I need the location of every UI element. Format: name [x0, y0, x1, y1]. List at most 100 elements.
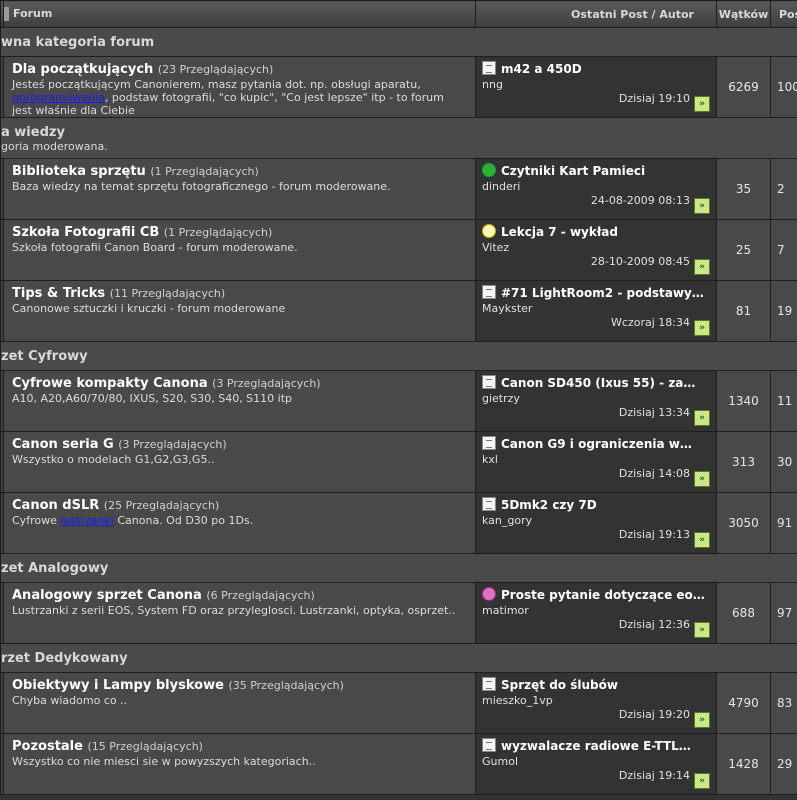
last-post-title-line: Canon SD450 (Ixus 55) - za…	[482, 375, 710, 390]
forum-viewers: (35 Przeglądających)	[228, 679, 344, 692]
category-header: rzet Dedykowany	[0, 643, 797, 673]
forum-row: Analogowy sprzet Canona (6 Przeglądający…	[0, 582, 797, 644]
last-post-title[interactable]: Canon SD450 (Ixus 55) - za…	[501, 376, 695, 390]
forum-desc-text: Baza wiedzy na temat sprzętu fotograficz…	[12, 180, 391, 193]
forum-title[interactable]: Dla początkujących	[12, 62, 153, 77]
forum-desc-text: Canonowe sztuczki i kruczki - forum mode…	[12, 302, 286, 315]
forum-row: Canon seria G (3 Przeglądających) Wszystk…	[0, 431, 797, 493]
last-post-title[interactable]: Canon G9 i ograniczenia w…	[501, 437, 692, 451]
last-post-date-line: 28-10-2009 08:45 »	[591, 255, 710, 275]
green-arrow-icon	[482, 163, 496, 177]
post-count: 91	[770, 492, 797, 554]
document-icon	[482, 285, 496, 299]
last-post-title[interactable]: #71 LightRoom2 - podstawy…	[501, 286, 704, 300]
forum-desc-text: Canona. Od D30 po 1Ds.	[113, 514, 254, 527]
category-cell: zet Analogowy	[0, 553, 797, 583]
last-post: m42 a 450D nng Dzisiaj 19:10 »	[475, 56, 717, 118]
forum-title[interactable]: Canon dSLR	[12, 498, 99, 513]
go-to-last-post-icon[interactable]: »	[694, 96, 710, 112]
forum-row: Pozostale (15 Przeglądających) Wszystko c…	[0, 733, 797, 795]
last-post-title[interactable]: 5Dmk2 czy 7D	[501, 498, 597, 512]
forum-desc-text: Jesteś początkującym Canonierem, masz py…	[12, 78, 421, 91]
last-post-title-line: Canon G9 i ograniczenia w…	[482, 436, 710, 451]
header-last-post: Ostatni Post / Autor	[475, 0, 717, 28]
last-post-title[interactable]: Lekcja 7 - wykład	[501, 225, 618, 239]
last-post-author[interactable]: mieszko_1vp	[482, 694, 710, 707]
topic-count: 1428	[716, 733, 771, 795]
go-to-last-post-icon[interactable]: »	[694, 471, 710, 487]
last-post-author[interactable]: Maykster	[482, 302, 710, 315]
last-post-title-line: Proste pytanie dotyczące eosa1	[482, 587, 710, 602]
last-post-date: Dzisiaj 14:08	[618, 467, 690, 480]
go-to-last-post-icon[interactable]: »	[694, 198, 710, 214]
forum-viewers: (1 Przeglądających)	[163, 226, 273, 239]
last-post-title[interactable]: m42 a 450D	[501, 62, 582, 76]
topic-count: 6269	[716, 56, 771, 118]
forum-info: Analogowy sprzet Canona (6 Przeglądający…	[3, 582, 476, 644]
last-post: Canon SD450 (Ixus 55) - za… gietrzy Dzisia…	[475, 370, 717, 432]
last-post-author[interactable]: dinderi	[482, 180, 710, 193]
category-header: wna kategoria forum	[0, 27, 797, 57]
forum-viewers: (3 Przeglądających)	[212, 377, 321, 390]
forum-info: Canon dSLR (25 Przeglądających) Cyfrowe l…	[3, 492, 476, 554]
go-to-last-post-icon[interactable]: »	[694, 532, 710, 548]
forum-title[interactable]: Cyfrowe kompakty Canona	[12, 376, 208, 391]
last-post-title[interactable]: Czytniki Kart Pamieci	[501, 164, 645, 178]
last-post-date: Dzisiaj 13:34	[618, 406, 690, 419]
last-post-author[interactable]: Vitez	[482, 241, 710, 254]
forum-title[interactable]: Szkoła Fotografii CB	[12, 225, 159, 240]
forum-title[interactable]: Analogowy sprzet Canona	[12, 588, 202, 603]
post-count: 11	[770, 370, 797, 432]
go-to-last-post-icon[interactable]: »	[694, 712, 710, 728]
forum-index: Forum Ostatni Post / Autor Wątków Postów…	[0, 0, 797, 800]
forum-title-line: Analogowy sprzet Canona (6 Przeglądający…	[12, 588, 467, 603]
category-desc: goria moderowana.	[1, 140, 108, 153]
category-cell: rzet Dedykowany	[0, 643, 797, 673]
last-post-title-line: 5Dmk2 czy 7D	[482, 497, 710, 512]
last-post-date-line: Dzisiaj 19:14 »	[619, 769, 710, 789]
category-name[interactable]: wna kategoria forum	[2, 29, 797, 50]
go-to-last-post-icon[interactable]: »	[694, 773, 710, 789]
forum-title[interactable]: Tips & Tricks	[12, 286, 105, 301]
forum-title[interactable]: Biblioteka sprzętu	[12, 164, 146, 179]
go-to-last-post-icon[interactable]: »	[694, 320, 710, 336]
last-post-author[interactable]: kan_gory	[482, 514, 710, 527]
last-post-title-line: #71 LightRoom2 - podstawy…	[482, 285, 710, 300]
go-to-last-post-icon[interactable]: »	[694, 622, 710, 638]
last-post-author[interactable]: nng	[482, 78, 710, 91]
last-post-date-line: Wczoraj 18:34 »	[611, 316, 710, 336]
forum-title[interactable]: Pozostale	[12, 739, 83, 754]
last-post-date: Dzisiaj 12:36	[618, 618, 690, 631]
last-post-date-line: Dzisiaj 12:36 »	[619, 618, 710, 638]
forum-viewers: (6 Przeglądających)	[206, 589, 315, 602]
category-name[interactable]: a wiedzy	[2, 119, 797, 140]
category-name[interactable]: zet Analogowy	[2, 555, 797, 576]
forum-title[interactable]: Canon seria G	[12, 437, 114, 452]
document-icon	[482, 677, 496, 691]
category-name[interactable]: rzet Dedykowany	[2, 645, 797, 666]
category-header: zet Cyfrowy	[0, 341, 797, 371]
forum-viewers: (25 Przeglądających)	[103, 499, 220, 512]
forum-desc: Baza wiedzy na temat sprzętu fotograficz…	[12, 180, 467, 193]
forum-title[interactable]: Obiektywy i Lampy blyskowe	[12, 678, 224, 693]
post-count: 29	[770, 733, 797, 795]
forum-desc-link[interactable]: oprogramowania	[12, 91, 105, 104]
last-post-title[interactable]: wyzwalacze radiowe E-TTL…	[501, 739, 691, 753]
topic-count: 3050	[716, 492, 771, 554]
forum-desc-link[interactable]: lustrzanki	[60, 514, 114, 527]
last-post-title[interactable]: Proste pytanie dotyczące eosa1	[501, 588, 710, 602]
last-post: Sprzęt do ślubów mieszko_1vp Dzisiaj 19:20…	[475, 672, 717, 734]
last-post-author[interactable]: Gumol	[482, 755, 710, 768]
category-name[interactable]: zet Cyfrowy	[2, 343, 797, 364]
last-post-title[interactable]: Sprzęt do ślubów	[501, 678, 618, 692]
forum-title-line: Cyfrowe kompakty Canona (3 Przeglądający…	[12, 376, 467, 391]
topic-count: 688	[716, 582, 771, 644]
last-post-author[interactable]: kxl	[482, 453, 710, 466]
go-to-last-post-icon[interactable]: »	[694, 259, 710, 275]
forum-desc: Chyba wiadomo co ..	[12, 694, 467, 707]
go-to-last-post-icon[interactable]: »	[694, 410, 710, 426]
last-post-author[interactable]: matimor	[482, 604, 710, 617]
post-count: 30	[770, 431, 797, 493]
last-post-date-line: Dzisiaj 19:10 »	[619, 92, 710, 112]
last-post-author[interactable]: gietrzy	[482, 392, 710, 405]
